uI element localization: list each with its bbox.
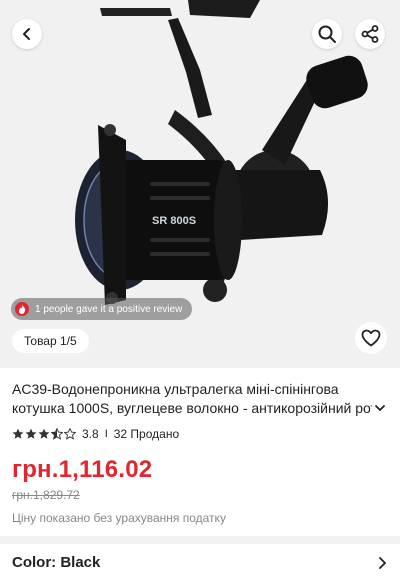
color-selector[interactable]: Color: Black bbox=[12, 554, 388, 571]
back-button[interactable] bbox=[12, 19, 42, 49]
heart-icon bbox=[361, 329, 381, 347]
star-full-icon bbox=[12, 428, 24, 439]
review-badge: 1 people gave it a positive review bbox=[11, 298, 193, 320]
star-full-icon bbox=[38, 428, 50, 439]
section-divider bbox=[0, 536, 400, 544]
product-image-gallery[interactable]: SR 800S 1 people gave it a positive revi… bbox=[0, 0, 400, 368]
rating-separator: I bbox=[104, 428, 108, 440]
chevron-right-icon bbox=[379, 556, 386, 569]
product-title[interactable]: AC39-Водонепроникна ультралегка міні-спі… bbox=[12, 380, 400, 418]
search-icon bbox=[318, 25, 336, 43]
expand-title-button[interactable] bbox=[372, 402, 388, 414]
sold-count: 32 Продано bbox=[113, 427, 180, 441]
fire-icon bbox=[15, 302, 29, 316]
wishlist-button[interactable] bbox=[355, 322, 387, 354]
rating-row[interactable]: 3.8 I 32 Продано bbox=[12, 427, 179, 441]
chevron-left-icon bbox=[23, 28, 30, 40]
original-price: грн.1,829.72 bbox=[12, 488, 80, 502]
reel-label: SR 800S bbox=[152, 215, 196, 227]
color-label: Color: Black bbox=[12, 554, 101, 571]
star-empty-icon bbox=[64, 428, 76, 440]
review-badge-text: 1 people gave it a positive review bbox=[35, 303, 183, 315]
rating-stars bbox=[12, 428, 76, 440]
share-icon bbox=[361, 25, 379, 43]
share-button[interactable] bbox=[355, 19, 385, 49]
rating-value: 3.8 bbox=[82, 427, 99, 441]
search-button[interactable] bbox=[312, 19, 342, 49]
image-counter: Товар 1/5 bbox=[12, 329, 89, 353]
star-half-icon bbox=[51, 428, 63, 440]
star-full-icon bbox=[25, 428, 37, 439]
product-title-line-2: котушка 1000S, вуглецеве волокно - антик… bbox=[12, 400, 377, 416]
chevron-down-icon bbox=[375, 405, 385, 411]
product-title-line-1: AC39-Водонепроникна ультралегка міні-спі… bbox=[12, 381, 339, 397]
current-price: грн.1,116.02 bbox=[12, 456, 153, 483]
tax-note: Ціну показано без урахування податку bbox=[12, 511, 226, 525]
